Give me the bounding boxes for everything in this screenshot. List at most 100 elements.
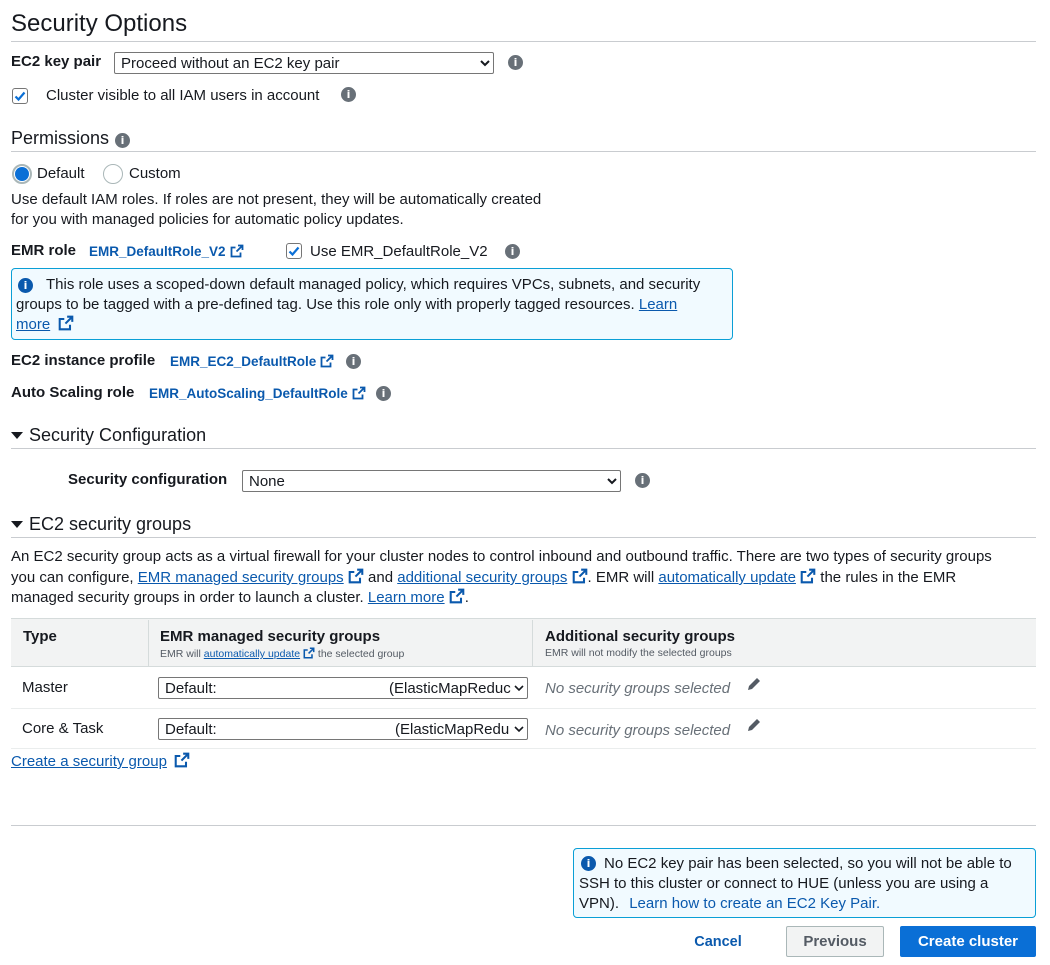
ec2-groups-toggle[interactable]: EC2 security groups bbox=[11, 514, 191, 535]
text: VPN). bbox=[579, 895, 620, 912]
emr-group-select[interactable]: Default: (ElasticMapRedu bbox=[158, 718, 528, 740]
use-v2-label: Use EMR_DefaultRole_V2 bbox=[310, 243, 488, 260]
custom-radio-label: Custom bbox=[129, 165, 181, 182]
divider bbox=[11, 41, 1036, 42]
cluster-visible-label: Cluster visible to all IAM users in acco… bbox=[46, 87, 320, 104]
cancel-button[interactable]: Cancel bbox=[681, 926, 755, 957]
external-link-icon bbox=[303, 647, 315, 659]
caret-down-icon bbox=[11, 521, 23, 528]
row-divider bbox=[11, 748, 1036, 749]
key-pair-select[interactable]: Proceed without an EC2 key pair bbox=[114, 52, 494, 74]
emr-role-link[interactable]: EMR_DefaultRole_V2 bbox=[89, 243, 244, 260]
automatically-update-link[interactable]: automatically update bbox=[658, 569, 796, 586]
security-config-label: Security configuration bbox=[68, 471, 228, 488]
row-type: Core & Task bbox=[22, 720, 104, 737]
cluster-visible-checkbox[interactable] bbox=[12, 88, 28, 104]
ec2-groups-description: An EC2 security group acts as a virtual … bbox=[11, 548, 992, 565]
text: EMR will bbox=[160, 648, 201, 660]
external-link-icon bbox=[59, 315, 74, 331]
create-security-group-link[interactable]: Create a security group bbox=[11, 752, 190, 770]
learn-more-link[interactable]: Learn more bbox=[368, 589, 445, 606]
row-type: Master bbox=[22, 679, 68, 696]
external-link-icon bbox=[348, 568, 364, 584]
security-config-toggle[interactable]: Security Configuration bbox=[11, 425, 206, 446]
text: managed security groups in order to laun… bbox=[11, 589, 364, 606]
key-pair-label: EC2 key pair bbox=[11, 53, 102, 70]
instance-profile-label: EC2 instance profile bbox=[11, 352, 156, 369]
info-icon: i bbox=[581, 856, 596, 871]
select-value: (ElasticMapReduc bbox=[389, 680, 511, 697]
security-config-select[interactable]: None bbox=[242, 470, 621, 492]
use-v2-checkbox[interactable] bbox=[286, 243, 302, 259]
divider bbox=[11, 448, 1036, 449]
infobox-text: groups to be tagged with a pre-defined t… bbox=[16, 295, 677, 315]
col-header-additional-sub: EMR will not modify the selected groups bbox=[545, 647, 732, 659]
permissions-title: Permissions bbox=[11, 128, 110, 148]
column-divider bbox=[532, 620, 533, 666]
create-cluster-button[interactable]: Create cluster bbox=[900, 926, 1036, 957]
external-link-icon bbox=[352, 386, 366, 400]
external-link-icon bbox=[321, 354, 334, 368]
emr-group-select[interactable]: Default: (ElasticMapReduc bbox=[158, 677, 528, 699]
info-icon[interactable]: i bbox=[508, 55, 523, 70]
warning-text: No EC2 key pair has been selected, so yo… bbox=[604, 855, 1012, 872]
external-link-icon bbox=[230, 244, 244, 258]
text: the rules in the EMR bbox=[820, 569, 957, 586]
default-radio[interactable] bbox=[12, 164, 32, 184]
default-radio-label: Default bbox=[37, 165, 85, 182]
warning-text: VPN). Learn how to create an EC2 Key Pai… bbox=[579, 894, 880, 914]
caret-down-icon bbox=[11, 432, 23, 439]
check-icon bbox=[14, 91, 26, 102]
col-header-emr-sub: EMR will automatically update the select… bbox=[160, 647, 404, 660]
external-link-icon bbox=[572, 568, 587, 584]
pencil-icon[interactable] bbox=[746, 676, 762, 692]
text: the selected group bbox=[317, 648, 405, 660]
info-icon[interactable]: i bbox=[505, 244, 520, 259]
info-icon[interactable]: i bbox=[635, 473, 650, 488]
check-icon bbox=[288, 246, 300, 257]
ec2-groups-title: EC2 security groups bbox=[29, 514, 192, 534]
previous-button[interactable]: Previous bbox=[786, 926, 884, 957]
ec2-groups-description: managed security groups in order to laun… bbox=[11, 588, 469, 606]
col-header-emr: EMR managed security groups bbox=[160, 628, 381, 645]
learn-more-link[interactable]: Learn bbox=[639, 296, 677, 313]
chevron-down-icon bbox=[514, 726, 524, 733]
info-icon[interactable]: i bbox=[341, 87, 356, 102]
instance-profile-link[interactable]: EMR_EC2_DefaultRole bbox=[170, 353, 334, 370]
text: . EMR will bbox=[587, 569, 655, 586]
infobox-text-line: groups to be tagged with a pre-defined t… bbox=[16, 296, 635, 313]
divider bbox=[11, 825, 1036, 826]
permissions-description: Use default IAM roles. If roles are not … bbox=[11, 191, 542, 208]
text: you can configure, bbox=[11, 569, 134, 586]
create-key-pair-link[interactable]: Learn how to create an EC2 Key Pair. bbox=[629, 895, 880, 912]
col-header-type: Type bbox=[23, 628, 57, 645]
custom-radio[interactable] bbox=[103, 164, 123, 184]
permissions-description: for you with managed policies for automa… bbox=[11, 211, 404, 228]
emr-role-label: EMR role bbox=[11, 242, 77, 259]
info-icon[interactable]: i bbox=[115, 133, 130, 148]
autoscaling-link[interactable]: EMR_AutoScaling_DefaultRole bbox=[149, 385, 366, 402]
warning-text: SSH to this cluster or connect to HUE (u… bbox=[579, 875, 989, 892]
ec2-groups-description: you can configure, EMR managed security … bbox=[11, 568, 956, 586]
automatically-update-link[interactable]: automatically update bbox=[204, 648, 300, 660]
learn-more-link[interactable]: more bbox=[16, 315, 74, 335]
chevron-down-icon bbox=[514, 685, 524, 692]
pencil-icon[interactable] bbox=[746, 717, 762, 733]
external-link-icon bbox=[174, 752, 190, 768]
security-config-title: Security Configuration bbox=[29, 425, 207, 445]
info-icon[interactable]: i bbox=[376, 386, 391, 401]
text: and bbox=[368, 569, 394, 586]
col-header-additional: Additional security groups bbox=[545, 628, 736, 645]
role-info-box: i This role uses a scoped-down default m… bbox=[11, 268, 733, 340]
select-value: Default: bbox=[165, 680, 217, 697]
emr-managed-groups-link[interactable]: EMR managed security groups bbox=[138, 569, 344, 586]
page-title: Security Options bbox=[11, 10, 188, 37]
divider bbox=[11, 151, 1036, 152]
select-value: Default: bbox=[165, 721, 217, 738]
info-icon[interactable]: i bbox=[346, 354, 361, 369]
additional-groups-link[interactable]: additional security groups bbox=[397, 569, 567, 586]
info-icon: i bbox=[18, 278, 33, 293]
infobox-text: This role uses a scoped-down default man… bbox=[46, 276, 701, 293]
external-link-icon bbox=[800, 568, 816, 584]
additional-groups-value: No security groups selected bbox=[545, 680, 731, 697]
